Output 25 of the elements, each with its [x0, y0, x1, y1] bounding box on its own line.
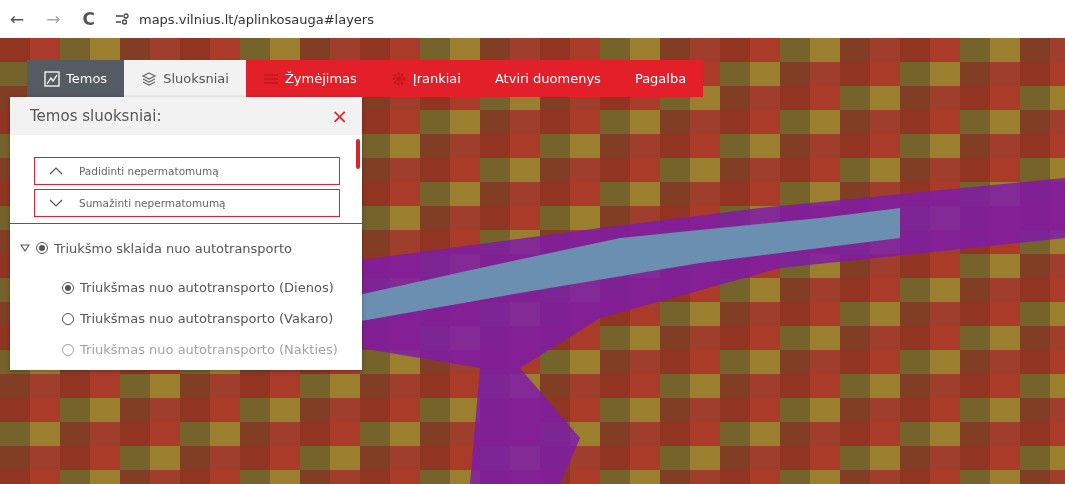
chevron-up-icon [49, 167, 63, 175]
menu-tab[interactable]: Žymėjimas [245, 60, 374, 97]
menu-tab[interactable]: Sluoksniai [124, 60, 246, 97]
layer-label: Triukšmas nuo autotransporto (Nakties) [80, 342, 338, 357]
menu-tab[interactable]: Atviri duomenys [477, 60, 618, 97]
panel-title: Temos sluoksniai: [30, 107, 162, 125]
expand-caret-icon[interactable] [20, 244, 30, 252]
layer-label: Triukšmas nuo autotransporto (Dienos) [80, 280, 334, 295]
chart-icon [44, 70, 60, 87]
scrollbar-thumb[interactable] [356, 139, 360, 169]
opacity-button[interactable]: Padidinti nepermatomumą [34, 157, 340, 185]
gear-icon [390, 70, 407, 87]
menu-tab[interactable]: Įrankiai [373, 60, 478, 97]
menu-tab[interactable]: Temos [27, 60, 125, 97]
layers-icon [141, 70, 158, 87]
layer-label: Triukšmas nuo autotransporto (Vakaro) [80, 311, 334, 326]
reload-button[interactable]: C [80, 9, 97, 29]
opacity-button[interactable]: Sumažinti nepermatomumą [34, 189, 340, 217]
menu-tab[interactable]: Pagalba [617, 60, 704, 97]
back-button[interactable]: ← [8, 9, 27, 29]
chevron-down-icon [49, 199, 63, 207]
address-bar-url[interactable]: maps.vilnius.lt/aplinkosauga#layers [139, 11, 374, 27]
site-settings-icon[interactable] [115, 13, 129, 25]
layer-group-label: Triukšmo sklaida nuo autotransporto [54, 240, 292, 256]
close-button[interactable]: × [331, 104, 348, 128]
